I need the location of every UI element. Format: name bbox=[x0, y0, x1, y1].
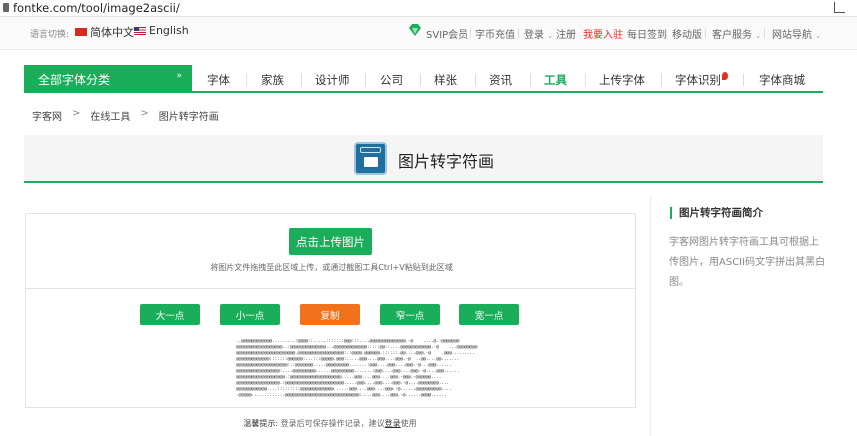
nav-item-family[interactable]: 家族 bbox=[261, 72, 284, 88]
divider bbox=[470, 28, 471, 38]
upload-image-button[interactable]: 点击上传图片 bbox=[289, 228, 372, 255]
divider bbox=[420, 74, 421, 86]
lang-chinese[interactable]: 简体中文 bbox=[75, 24, 134, 40]
nav-item-tools[interactable]: 工具 bbox=[544, 72, 567, 88]
nav-item-samples[interactable]: 样张 bbox=[434, 72, 457, 88]
tool-panel[interactable]: 点击上传图片 将图片文件拖拽至此区域上传，或通过截图工具Ctrl+V粘贴到此区域… bbox=[25, 213, 636, 408]
nav-item-company[interactable]: 公司 bbox=[380, 72, 403, 88]
divider bbox=[764, 28, 765, 38]
china-flag-icon bbox=[75, 28, 87, 36]
larger-button[interactable]: 大一点 bbox=[140, 304, 200, 325]
main-nav: 全部字体分类 » 字体 家族 设计师 公司 样张 资讯 工具 上传字体 字体识别… bbox=[24, 65, 823, 93]
top-strip: 语言切换: 简体中文 English SVIP会员 字币充值 登录 ⌄ 注册 我… bbox=[0, 17, 857, 50]
breadcrumb-separator: > bbox=[140, 108, 149, 119]
breadcrumb-home[interactable]: 字客网 bbox=[32, 108, 62, 123]
divider bbox=[585, 74, 586, 86]
nav-item-designer[interactable]: 设计师 bbox=[315, 72, 350, 88]
nav-item-news[interactable]: 资讯 bbox=[489, 72, 512, 88]
chevron-down-icon: » bbox=[176, 71, 182, 81]
divider bbox=[743, 74, 744, 86]
share-icon[interactable] bbox=[834, 2, 845, 13]
page-header: 图片转字符画 bbox=[24, 135, 823, 183]
nav-item-fonts[interactable]: 字体 bbox=[207, 72, 230, 88]
breadcrumb-current: 图片转字符画 bbox=[158, 112, 219, 123]
diamond-icon bbox=[409, 24, 421, 36]
divider bbox=[518, 28, 519, 38]
lock-icon bbox=[3, 3, 9, 12]
sidebar-title: 图片转字符画简介 bbox=[670, 207, 763, 219]
divider bbox=[26, 288, 635, 289]
site-nav-menu[interactable]: 网站导航 ⌄ bbox=[772, 26, 821, 41]
smaller-button[interactable]: 小一点 bbox=[220, 304, 280, 325]
fire-icon bbox=[722, 72, 728, 80]
divider bbox=[705, 28, 706, 38]
sidebar-description: 字客网图片转字符画工具可根据上传图片，用ASCII码文字拼出其黑白图。 bbox=[669, 237, 826, 288]
divider bbox=[301, 74, 302, 86]
us-flag-icon bbox=[134, 26, 146, 35]
nav-item-upload-font[interactable]: 上传字体 bbox=[599, 72, 645, 88]
breadcrumb-separator: > bbox=[72, 108, 81, 119]
url-text[interactable]: fontke.com/tool/image2ascii/ bbox=[13, 1, 180, 15]
language-label: 语言切换: bbox=[30, 30, 70, 40]
upload-hint: 将图片文件拖拽至此区域上传，或通过截图工具Ctrl+V粘贴到此区域 bbox=[210, 263, 453, 272]
login-link[interactable]: 登录 ⌄ bbox=[524, 26, 553, 41]
mobile-link[interactable]: 移动版 bbox=[672, 26, 702, 41]
login-tip: 温馨提示: 登录后可保存操作记录，建议登录使用 bbox=[243, 419, 417, 428]
nav-item-font-recognition[interactable]: 字体识别 bbox=[675, 72, 728, 88]
narrower-button[interactable]: 窄一点 bbox=[380, 304, 440, 325]
signin-link[interactable]: 每日签到 bbox=[627, 26, 667, 41]
divider bbox=[530, 74, 531, 86]
breadcrumb: 字客网 > 在线工具 > 图片转字符画 bbox=[32, 108, 219, 123]
breadcrumb-tools[interactable]: 在线工具 bbox=[90, 108, 130, 123]
svip-link[interactable]: SVIP会员 bbox=[426, 26, 468, 41]
page-title: 图片转字符画 bbox=[398, 152, 495, 171]
divider bbox=[365, 74, 366, 86]
register-link[interactable]: 注册 bbox=[556, 26, 576, 41]
coin-link[interactable]: 字币充值 bbox=[475, 26, 515, 41]
lang-english[interactable]: English bbox=[134, 24, 189, 37]
divider bbox=[661, 74, 662, 86]
ascii-art-output[interactable]: .,@@@@@@@@@@@@.........:@@@@::....,:::::… bbox=[236, 339, 477, 399]
join-link[interactable]: 我要入驻 bbox=[583, 26, 623, 41]
nav-item-font-mall[interactable]: 字体商城 bbox=[759, 72, 805, 88]
all-fonts-category-button[interactable]: 全部字体分类 » bbox=[24, 65, 192, 93]
address-bar[interactable]: fontke.com/tool/image2ascii/ bbox=[0, 0, 857, 17]
sidebar-divider bbox=[650, 195, 651, 436]
service-menu[interactable]: 客户服务 ⌄ bbox=[712, 26, 761, 41]
divider bbox=[246, 74, 247, 86]
image-to-ascii-tool-icon bbox=[354, 142, 387, 175]
copy-button[interactable]: 复制 bbox=[300, 304, 360, 325]
login-link[interactable]: 登录 bbox=[385, 419, 401, 428]
wider-button[interactable]: 宽一点 bbox=[459, 304, 519, 325]
divider bbox=[475, 74, 476, 86]
